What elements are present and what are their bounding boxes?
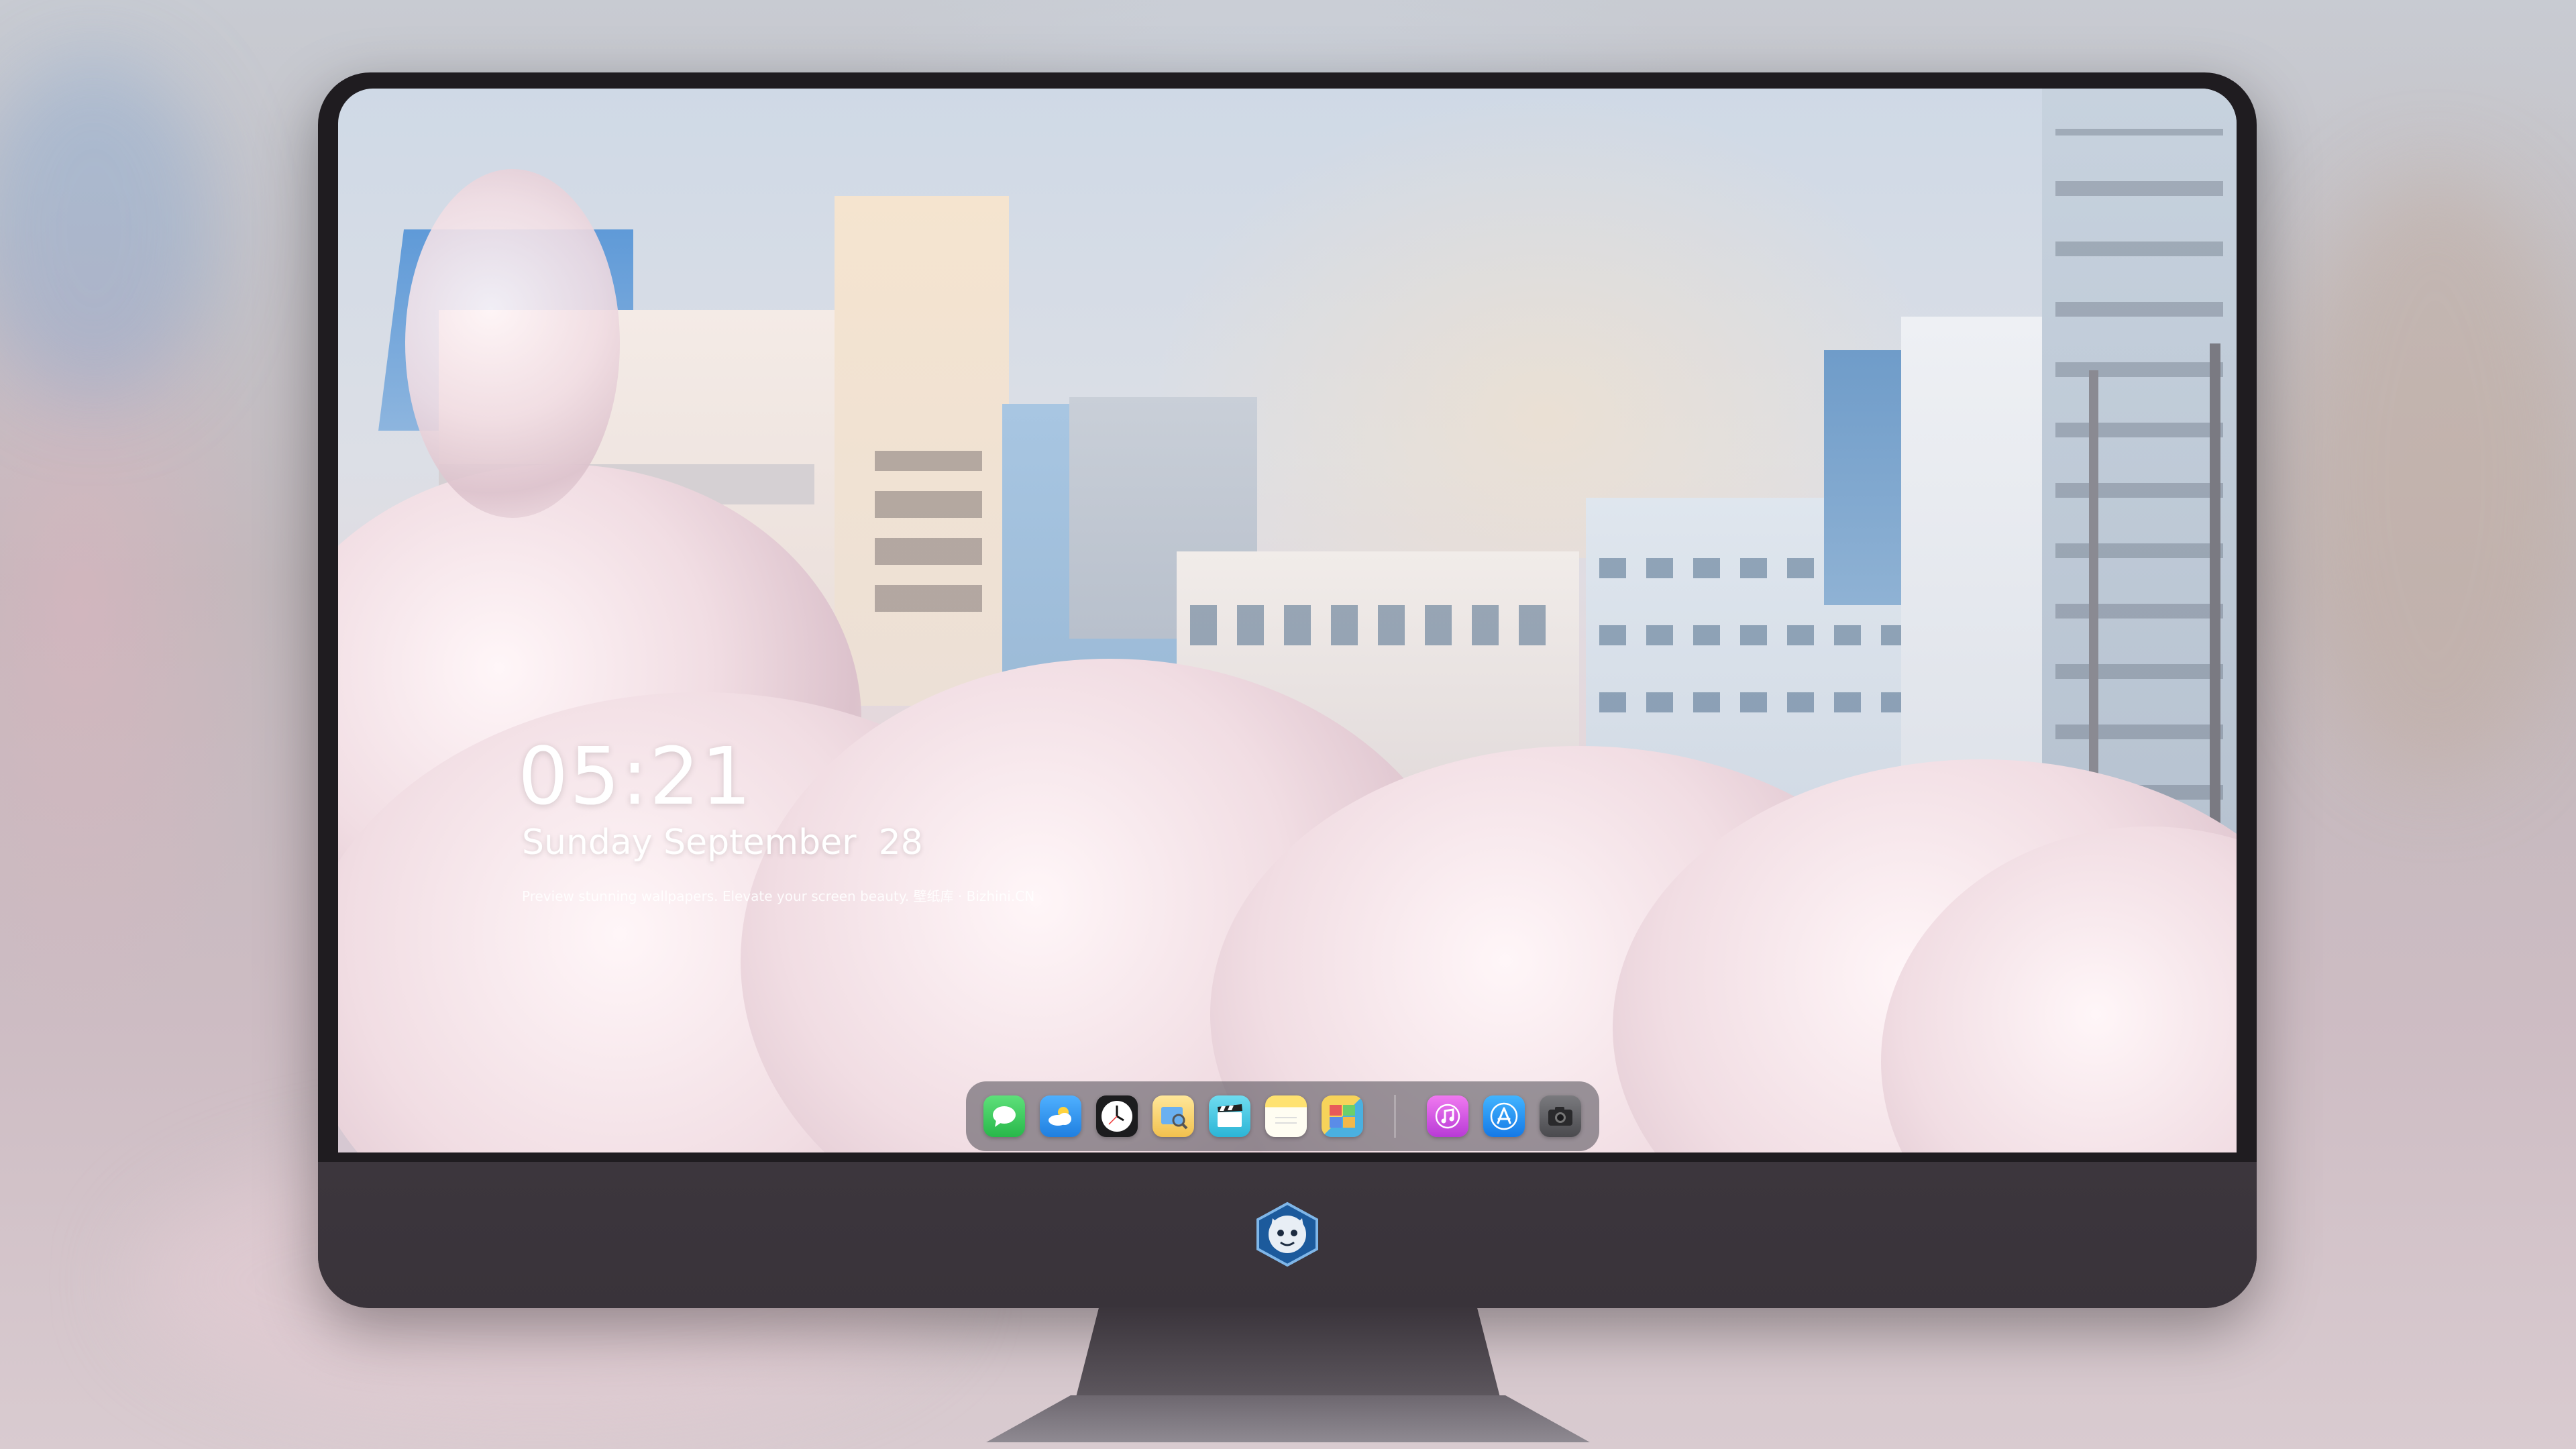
dock-separator [1394,1095,1396,1138]
clock-icon[interactable] [1096,1095,1138,1137]
messages-icon[interactable] [983,1095,1025,1137]
lockscreen-date: Sunday September 28 [522,822,923,863]
center-windows-row [1190,605,1566,645]
clips-icon[interactable] [1209,1095,1250,1137]
camera-icon[interactable] [1540,1095,1581,1137]
monitor-stand-base [986,1395,1590,1442]
mascot-logo-icon [1254,1201,1321,1268]
right-windows-row-2 [1599,625,1948,645]
music-icon[interactable] [1427,1095,1468,1137]
background-blur-right [2294,174,2576,778]
blossom-cluster [405,169,620,518]
photobooth-icon[interactable] [1322,1095,1363,1137]
notes-icon[interactable] [1265,1095,1307,1137]
screen [338,89,2237,1152]
building-right-tall-windows [2055,129,2223,800]
appstore-icon[interactable] [1483,1095,1525,1137]
lockscreen-tagline: Preview stunning wallpapers. Elevate you… [522,888,1035,904]
right-windows-row-3 [1599,692,1948,712]
building-left-windows [875,451,982,612]
monitor-stand-neck [1073,1307,1503,1407]
building-right-mid [1901,317,2049,786]
dock [966,1081,1599,1151]
background-blur-left [0,54,215,402]
building-glass [1824,350,1904,605]
lockscreen-time: 05:21 [518,730,753,822]
preview-icon[interactable] [1152,1095,1194,1137]
weather-icon[interactable] [1040,1095,1081,1137]
